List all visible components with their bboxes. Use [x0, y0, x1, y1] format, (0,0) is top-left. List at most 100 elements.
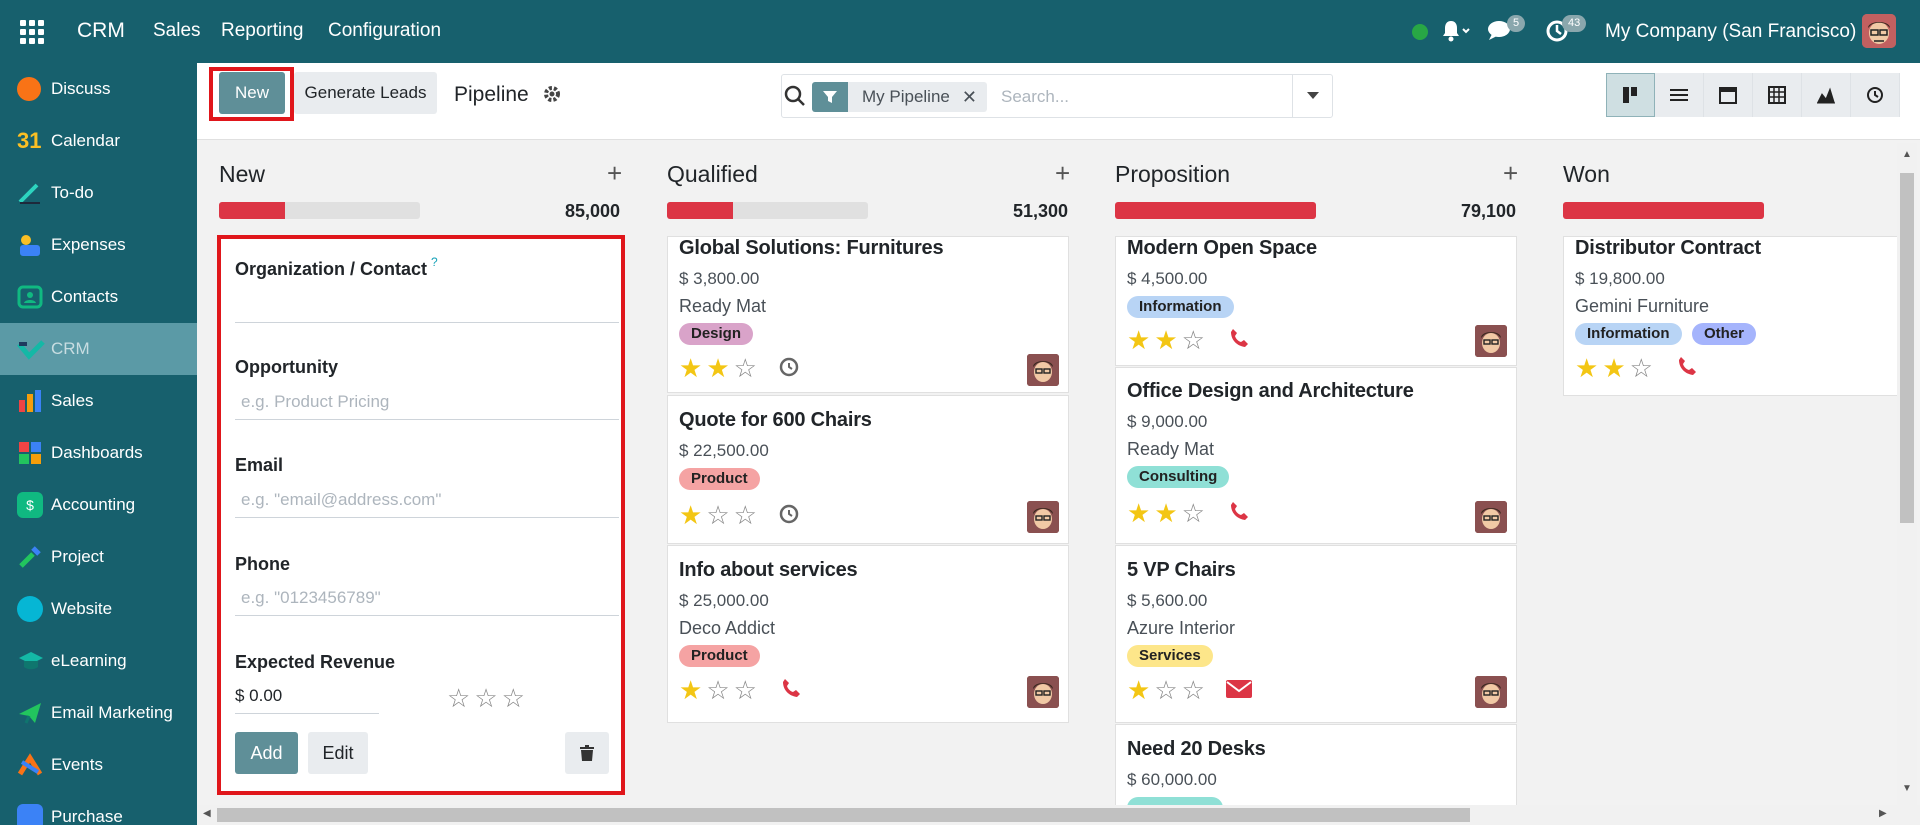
sidebar-item-website[interactable]: Website	[0, 583, 197, 635]
scroll-up-arrow-icon[interactable]: ▲	[1902, 149, 1912, 160]
priority-star-icon[interactable]: ☆	[1154, 677, 1177, 703]
column-quick-add-plus-icon[interactable]: +	[607, 158, 622, 189]
activity-email-icon[interactable]	[1226, 679, 1252, 705]
edit-button[interactable]: Edit	[308, 732, 368, 774]
column-quick-add-plus-icon[interactable]: +	[1055, 158, 1070, 189]
priority-star-icon[interactable]: ☆	[734, 355, 757, 381]
priority-star-icon[interactable]: ★	[1154, 500, 1177, 526]
filter-facet-my-pipeline[interactable]: My Pipeline ✕	[812, 82, 987, 112]
kanban-card[interactable]: Modern Open Space $ 4,500.00 Information…	[1115, 236, 1517, 366]
horizontal-scrollbar-thumb[interactable]	[217, 808, 1470, 822]
priority-star-icon[interactable]: ☆	[1182, 327, 1205, 353]
priority-stars[interactable]: ★ ★ ☆	[679, 355, 757, 381]
phone-field[interactable]: e.g. "0123456789"	[235, 578, 619, 616]
sidebar-item-accounting[interactable]: $ Accounting	[0, 479, 197, 531]
kanban-card[interactable]: 5 VP Chairs $ 5,600.00 Azure Interior Se…	[1115, 545, 1517, 723]
column-progress-bar-new[interactable]	[219, 202, 420, 219]
horizontal-scrollbar[interactable]: ◀ ▶	[197, 805, 1920, 825]
help-tooltip-icon[interactable]: ?	[431, 255, 438, 269]
kanban-card[interactable]: Office Design and Architecture $ 9,000.0…	[1115, 367, 1517, 544]
salesperson-avatar[interactable]	[1475, 325, 1507, 357]
kanban-card[interactable]: Global Solutions: Furnitures $ 3,800.00 …	[667, 236, 1069, 393]
sidebar-item-discuss[interactable]: Discuss	[0, 63, 197, 115]
salesperson-avatar[interactable]	[1027, 354, 1059, 386]
priority-stars[interactable]: ☆ ☆ ☆	[447, 685, 525, 711]
priority-star-icon[interactable]: ★	[679, 502, 702, 528]
activity-view-icon[interactable]	[1851, 73, 1900, 117]
priority-stars[interactable]: ★ ☆ ☆	[679, 677, 757, 703]
sidebar-item-events[interactable]: Events	[0, 739, 197, 791]
priority-stars[interactable]: ★ ☆ ☆	[679, 502, 757, 528]
app-brand[interactable]: CRM	[77, 19, 125, 43]
expected-revenue-field[interactable]: $ 0.00	[235, 676, 379, 714]
priority-star-icon[interactable]: ★	[679, 355, 702, 381]
activity-clock-icon[interactable]	[778, 356, 800, 384]
sidebar-item-crm[interactable]: CRM	[0, 323, 197, 375]
kanban-card[interactable]: Need 20 Desks $ 60,000.00	[1115, 724, 1517, 810]
kanban-card[interactable]: Distributor Contract $ 19,800.00 Gemini …	[1563, 236, 1903, 396]
sidebar-item-purchase[interactable]: Purchase	[0, 791, 197, 825]
sidebar-item-contacts[interactable]: Contacts	[0, 271, 197, 323]
priority-star-icon[interactable]: ☆	[734, 502, 757, 528]
priority-star-icon[interactable]: ★	[679, 677, 702, 703]
priority-star-icon[interactable]: ☆	[447, 685, 470, 711]
opportunity-field[interactable]: e.g. Product Pricing	[235, 382, 619, 420]
priority-star-icon[interactable]: ★	[1127, 677, 1150, 703]
search-icon[interactable]	[782, 82, 808, 115]
menu-configuration[interactable]: Configuration	[328, 20, 441, 42]
column-progress-bar-won[interactable]	[1563, 202, 1764, 219]
priority-star-icon[interactable]: ★	[1127, 500, 1150, 526]
kanban-view-icon[interactable]	[1606, 73, 1655, 117]
scroll-down-arrow-icon[interactable]: ▼	[1902, 783, 1912, 794]
scroll-left-arrow-icon[interactable]: ◀	[203, 808, 211, 819]
priority-star-icon[interactable]: ☆	[474, 685, 497, 711]
new-button[interactable]: New	[219, 72, 285, 114]
user-avatar[interactable]	[1862, 14, 1896, 48]
priority-star-icon[interactable]: ☆	[1182, 500, 1205, 526]
column-progress-bar-qualified[interactable]	[667, 202, 868, 219]
sidebar-item-project[interactable]: Project	[0, 531, 197, 583]
apps-menu-icon[interactable]	[20, 20, 44, 44]
scroll-right-arrow-icon[interactable]: ▶	[1879, 808, 1887, 819]
priority-star-icon[interactable]: ☆	[1630, 355, 1653, 381]
sidebar-item-email-marketing[interactable]: Email Marketing	[0, 687, 197, 739]
salesperson-avatar[interactable]	[1027, 501, 1059, 533]
vertical-scrollbar-thumb[interactable]	[1900, 173, 1914, 523]
activity-phone-icon[interactable]	[1676, 355, 1698, 383]
organization-contact-field[interactable]	[235, 285, 619, 323]
column-quick-add-plus-icon[interactable]: +	[1503, 158, 1518, 189]
pivot-view-icon[interactable]	[1753, 73, 1802, 117]
column-progress-bar-proposition[interactable]	[1115, 202, 1316, 219]
priority-stars[interactable]: ★ ★ ☆	[1127, 327, 1205, 353]
generate-leads-button[interactable]: Generate Leads	[294, 72, 437, 114]
notification-bell-icon[interactable]	[1441, 18, 1471, 49]
menu-reporting[interactable]: Reporting	[221, 20, 303, 42]
graph-view-icon[interactable]	[1802, 73, 1851, 117]
menu-sales[interactable]: Sales	[153, 20, 201, 42]
sidebar-item-calendar[interactable]: 31 Calendar	[0, 115, 197, 167]
calendar-view-icon[interactable]	[1704, 73, 1753, 117]
priority-star-icon[interactable]: ☆	[706, 677, 729, 703]
priority-star-icon[interactable]: ★	[1602, 355, 1625, 381]
kanban-card[interactable]: Quote for 600 Chairs $ 22,500.00 Product…	[667, 395, 1069, 544]
search-input[interactable]: Search...	[1001, 87, 1069, 107]
salesperson-avatar[interactable]	[1027, 676, 1059, 708]
email-field[interactable]: e.g. "email@address.com"	[235, 480, 619, 518]
priority-stars[interactable]: ★ ☆ ☆	[1127, 677, 1205, 703]
salesperson-avatar[interactable]	[1475, 501, 1507, 533]
priority-star-icon[interactable]: ★	[1575, 355, 1598, 381]
remove-filter-close-icon[interactable]: ✕	[961, 82, 987, 112]
activity-clock-icon[interactable]	[778, 503, 800, 531]
activity-phone-icon[interactable]	[1228, 500, 1250, 528]
activity-phone-icon[interactable]	[780, 677, 802, 705]
company-switcher[interactable]: My Company (San Francisco)	[1605, 21, 1856, 43]
salesperson-avatar[interactable]	[1475, 676, 1507, 708]
gear-icon[interactable]	[543, 85, 561, 109]
kanban-card[interactable]: Info about services $ 25,000.00 Deco Add…	[667, 545, 1069, 723]
sidebar-item-dashboards[interactable]: Dashboards	[0, 427, 197, 479]
discard-trash-icon[interactable]	[565, 732, 609, 774]
priority-star-icon[interactable]: ☆	[706, 502, 729, 528]
priority-star-icon[interactable]: ★	[706, 355, 729, 381]
sidebar-item-elearning[interactable]: eLearning	[0, 635, 197, 687]
add-button[interactable]: Add	[235, 732, 298, 774]
